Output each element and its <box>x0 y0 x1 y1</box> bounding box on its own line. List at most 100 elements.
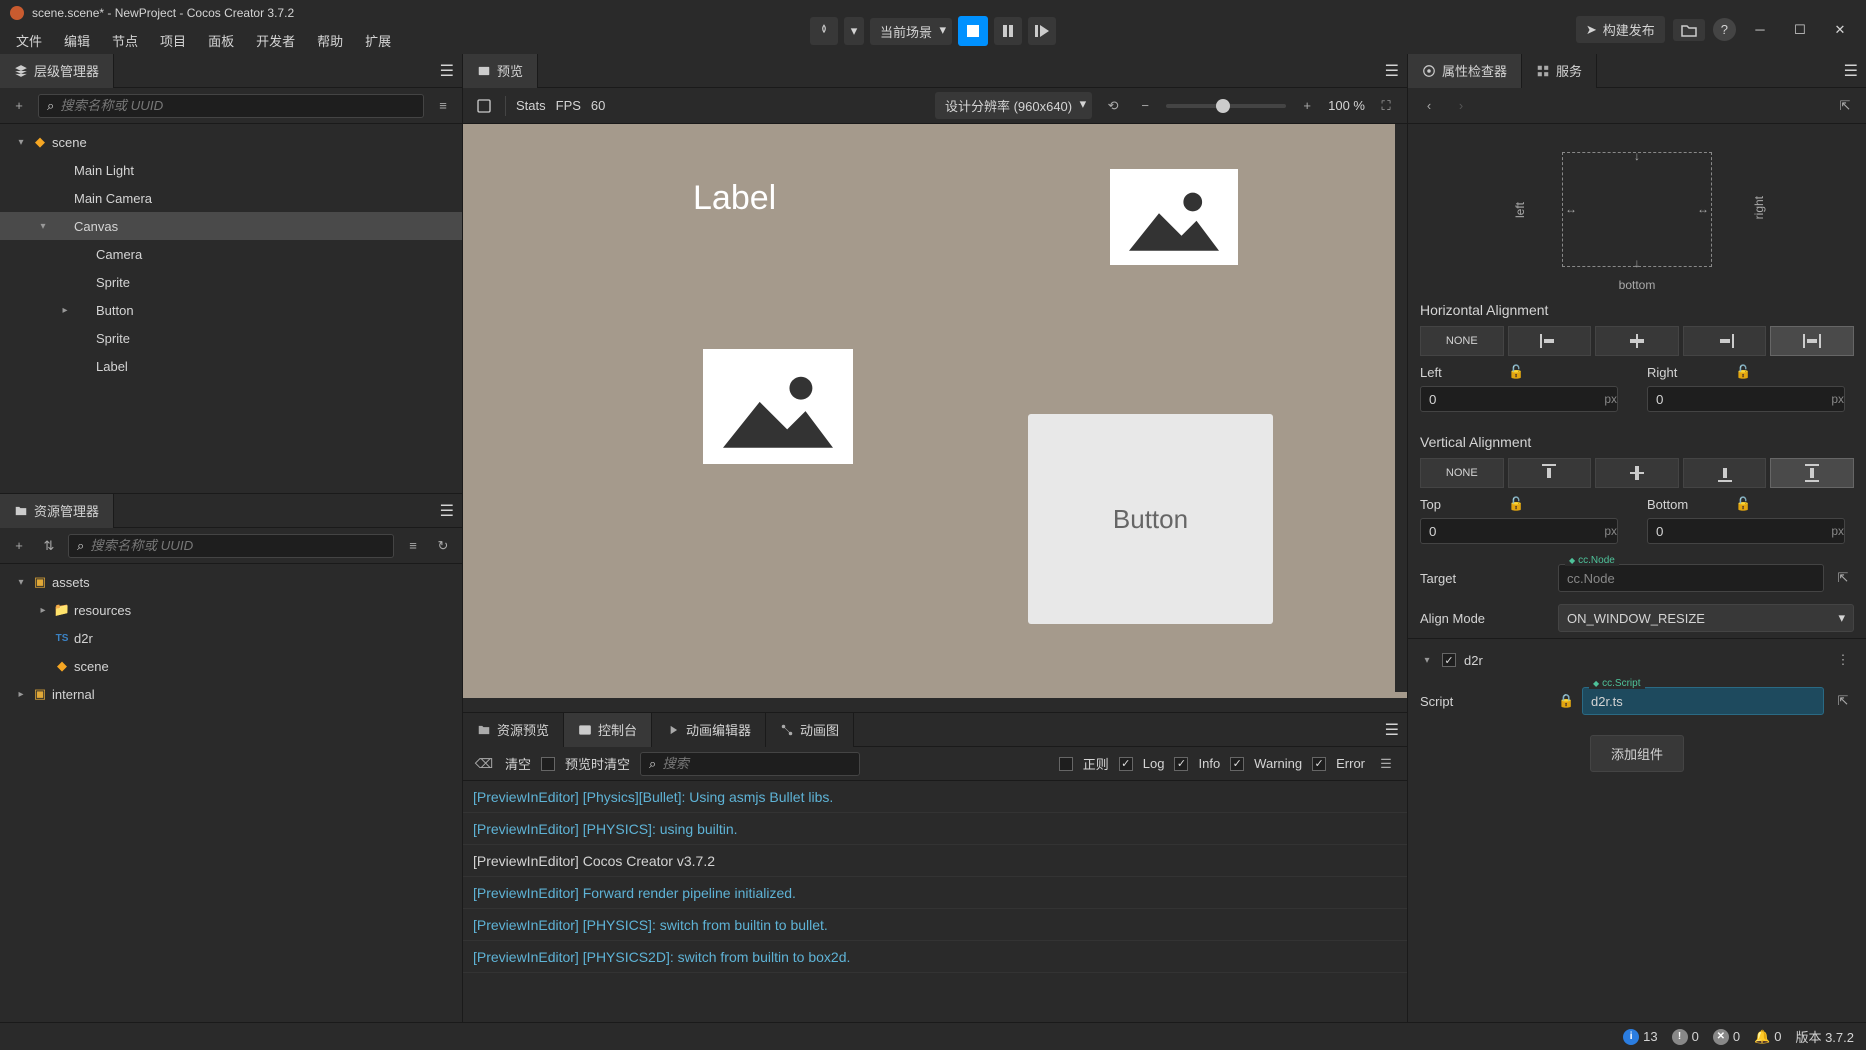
lock-icon[interactable]: 🔓 <box>1508 496 1524 512</box>
left-input[interactable] <box>1420 386 1618 412</box>
minimize-button[interactable]: ─ <box>1744 18 1776 42</box>
status-warning[interactable]: !0 <box>1672 1029 1699 1045</box>
rotate-button[interactable]: ⟲ <box>1102 95 1124 117</box>
tree-row[interactable]: ▸Button <box>0 296 462 324</box>
status-info[interactable]: i13 <box>1623 1029 1657 1045</box>
log-row[interactable]: [PreviewInEditor] [Physics][Bullet]: Usi… <box>463 781 1407 813</box>
hierarchy-filter-button[interactable]: ≡ <box>432 95 454 117</box>
tree-row[interactable]: Camera <box>0 240 462 268</box>
tab-animation-graph[interactable]: 动画图 <box>766 713 854 747</box>
tab-hierarchy[interactable]: 层级管理器 <box>0 54 114 88</box>
lock-icon[interactable]: 🔓 <box>1735 364 1751 380</box>
pause-button[interactable] <box>994 17 1022 45</box>
menu-project[interactable]: 项目 <box>150 27 196 54</box>
tree-row[interactable]: ▸▣internal <box>0 680 462 708</box>
assets-search[interactable]: ⌕ <box>68 534 394 558</box>
console-search[interactable]: ⌕ <box>640 752 860 776</box>
lock-icon[interactable]: 🔒 <box>1558 693 1574 709</box>
canvas-label-node[interactable]: Label <box>693 179 776 218</box>
tree-row[interactable]: Label <box>0 352 462 380</box>
zoom-out-button[interactable]: − <box>1134 95 1156 117</box>
menu-extension[interactable]: 扩展 <box>355 27 401 54</box>
tree-row[interactable]: ▸📁resources <box>0 596 462 624</box>
tree-row[interactable]: Sprite <box>0 324 462 352</box>
tab-preview[interactable]: 预览 <box>463 54 538 88</box>
top-input[interactable] <box>1420 518 1618 544</box>
refresh-button[interactable]: ↻ <box>432 535 454 557</box>
close-button[interactable]: ✕ <box>1824 18 1856 42</box>
v-align-top[interactable] <box>1508 458 1592 488</box>
v-align-bottom[interactable] <box>1683 458 1767 488</box>
canvas-sprite-1[interactable] <box>1110 169 1238 265</box>
script-reference[interactable]: cc.Script d2r.ts <box>1582 687 1824 715</box>
bottom-menu-button[interactable]: ☰ <box>1385 720 1399 740</box>
bottom-input[interactable] <box>1647 518 1845 544</box>
assets-filter-button[interactable]: ≡ <box>402 535 424 557</box>
tab-console[interactable]: 控制台 <box>564 713 652 747</box>
v-align-middle[interactable] <box>1595 458 1679 488</box>
open-project-button[interactable] <box>1673 19 1705 41</box>
assets-search-input[interactable] <box>90 538 385 553</box>
v-align-none[interactable]: NONE <box>1420 458 1504 488</box>
resolution-dropdown[interactable]: 设计分辨率 (960x640) <box>935 92 1092 119</box>
menu-help[interactable]: 帮助 <box>307 27 353 54</box>
menu-panel[interactable]: 面板 <box>198 27 244 54</box>
tree-row[interactable]: ▾Canvas <box>0 212 462 240</box>
h-align-left[interactable] <box>1508 326 1592 356</box>
hierarchy-search[interactable]: ⌕ <box>38 94 424 118</box>
viewport-hscroll[interactable] <box>463 698 1407 712</box>
target-picker-button[interactable]: ⇱ <box>1832 567 1854 589</box>
info-filter-checkbox[interactable] <box>1174 757 1188 771</box>
scene-settings-button[interactable] <box>473 95 495 117</box>
step-button[interactable] <box>1028 17 1056 45</box>
log-row[interactable]: [PreviewInEditor] Forward render pipelin… <box>463 877 1407 909</box>
component-menu-button[interactable]: ⋮ <box>1832 649 1854 671</box>
hierarchy-menu-button[interactable]: ☰ <box>440 61 454 81</box>
tree-row[interactable]: Main Camera <box>0 184 462 212</box>
scene-menu-button[interactable]: ☰ <box>1385 61 1399 81</box>
zoom-in-button[interactable]: + <box>1296 95 1318 117</box>
viewport-vscroll[interactable] <box>1395 124 1407 692</box>
scene-viewport[interactable]: Label Button <box>463 124 1407 712</box>
clear-label[interactable]: 清空 <box>505 754 531 773</box>
stop-button[interactable] <box>958 16 988 46</box>
status-error[interactable]: ✕0 <box>1713 1029 1740 1045</box>
status-notification[interactable]: 🔔0 <box>1754 1029 1781 1045</box>
right-input[interactable] <box>1647 386 1845 412</box>
lock-icon[interactable]: 🔓 <box>1508 364 1524 380</box>
warning-filter-checkbox[interactable] <box>1230 757 1244 771</box>
inspector-body[interactable]: ↓ ↓ ↔ ↔ left right bottom Horizontal Ali… <box>1408 124 1866 1022</box>
tree-row[interactable]: Sprite <box>0 268 462 296</box>
canvas-sprite-2[interactable] <box>703 349 853 464</box>
maximize-button[interactable]: ☐ <box>1784 18 1816 42</box>
menu-developer[interactable]: 开发者 <box>246 27 305 54</box>
scene-mode-dropdown[interactable]: 当前场景 <box>870 18 952 45</box>
h-align-center[interactable] <box>1595 326 1679 356</box>
nav-back-button[interactable]: ‹ <box>1418 95 1440 117</box>
chevron-down-icon[interactable]: ▾ <box>1420 655 1434 666</box>
console-search-input[interactable] <box>662 756 851 771</box>
tab-animation-editor[interactable]: 动画编辑器 <box>652 713 766 747</box>
script-picker-button[interactable]: ⇱ <box>1832 690 1854 712</box>
menu-edit[interactable]: 编辑 <box>54 27 100 54</box>
log-filter-checkbox[interactable] <box>1119 757 1133 771</box>
add-asset-button[interactable]: + <box>8 535 30 557</box>
lock-icon[interactable]: 🔓 <box>1735 496 1751 512</box>
assets-menu-button[interactable]: ☰ <box>440 501 454 521</box>
gizmo-mode-button[interactable] <box>810 17 838 45</box>
v-align-stretch[interactable] <box>1770 458 1854 488</box>
help-button[interactable]: ? <box>1713 18 1736 41</box>
anchor-diagram[interactable]: ↓ ↓ ↔ ↔ left right bottom <box>1408 124 1866 294</box>
hierarchy-search-input[interactable] <box>60 98 415 113</box>
tab-asset-preview[interactable]: 资源预览 <box>463 713 564 747</box>
log-row[interactable]: [PreviewInEditor] [PHYSICS2D]: switch fr… <box>463 941 1407 973</box>
sort-button[interactable]: ⇅ <box>38 535 60 557</box>
add-component-button[interactable]: 添加组件 <box>1590 735 1684 772</box>
gizmo-dropdown[interactable]: ▾ <box>844 17 864 45</box>
tab-inspector[interactable]: 属性检查器 <box>1408 54 1522 88</box>
tree-row[interactable]: ▾▣assets <box>0 568 462 596</box>
console-expand-button[interactable]: ☰ <box>1375 753 1397 775</box>
zoom-slider[interactable] <box>1166 104 1286 108</box>
hierarchy-tree[interactable]: ▾◆sceneMain LightMain Camera▾CanvasCamer… <box>0 124 462 493</box>
log-row[interactable]: [PreviewInEditor] [PHYSICS]: switch from… <box>463 909 1407 941</box>
